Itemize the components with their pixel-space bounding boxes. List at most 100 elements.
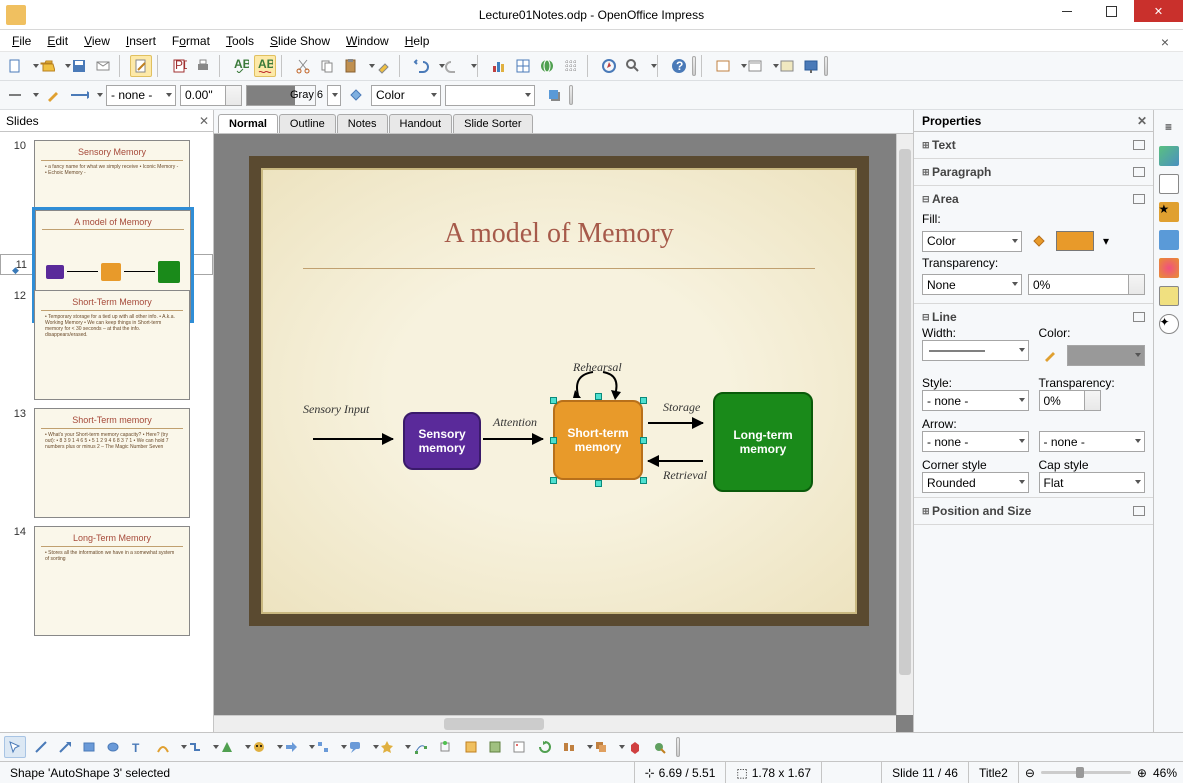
section-line[interactable]: Line: [932, 310, 957, 324]
alignment-tool[interactable]: [558, 736, 588, 758]
fill-color-select[interactable]: [445, 85, 535, 106]
line-color-select[interactable]: [246, 85, 316, 106]
menu-window[interactable]: Window: [338, 32, 397, 50]
slide-button[interactable]: [712, 55, 742, 77]
slide-design-button[interactable]: [776, 55, 798, 77]
email-button[interactable]: [92, 55, 114, 77]
fill-type-select[interactable]: Color: [371, 85, 441, 106]
toolbar2-grip[interactable]: [569, 85, 573, 105]
edit-file-button[interactable]: [130, 55, 152, 77]
menu-file[interactable]: File: [4, 32, 39, 50]
menu-edit[interactable]: Edit: [39, 32, 76, 50]
copy-button[interactable]: [316, 55, 338, 77]
gallery-icon[interactable]: [1159, 286, 1179, 306]
transparency-value-spinner[interactable]: 0%: [1028, 274, 1145, 295]
arrow-retrieval[interactable]: [648, 460, 703, 462]
tab-outline[interactable]: Outline: [279, 114, 336, 133]
tab-normal[interactable]: Normal: [218, 114, 278, 133]
slide-thumb-14[interactable]: 14Long-Term Memory• Stores all the infor…: [0, 522, 213, 640]
bucket-icon[interactable]: [1028, 230, 1050, 252]
section-area[interactable]: Area: [932, 192, 959, 206]
export-pdf-button[interactable]: PDF: [168, 55, 190, 77]
arrow-style-button[interactable]: [4, 84, 34, 106]
redo-button[interactable]: [442, 55, 472, 77]
slide-show-button[interactable]: [800, 55, 822, 77]
fill-color-dropdown[interactable]: ▾: [1100, 234, 1112, 248]
help-button[interactable]: ?: [668, 55, 690, 77]
zoom-value[interactable]: 46%: [1153, 766, 1177, 780]
slides-panel-close-icon[interactable]: ✕: [199, 114, 209, 128]
paste-button[interactable]: [340, 55, 370, 77]
chart-button[interactable]: [488, 55, 510, 77]
area-fill-button[interactable]: [345, 84, 367, 106]
zoom-in-button[interactable]: ⊕: [1137, 766, 1147, 780]
undo-button[interactable]: [410, 55, 440, 77]
open-button[interactable]: [36, 55, 66, 77]
menu-view[interactable]: View: [76, 32, 118, 50]
fill-type-select[interactable]: Color: [922, 231, 1022, 252]
text-tool[interactable]: T: [126, 736, 148, 758]
shadow-button[interactable]: [543, 84, 565, 106]
rectangle-tool[interactable]: [78, 736, 100, 758]
table-button[interactable]: [512, 55, 534, 77]
slide-title[interactable]: A model of Memory: [263, 218, 855, 250]
points-tool[interactable]: [410, 736, 432, 758]
line-tool[interactable]: [30, 736, 52, 758]
line-color-select[interactable]: [1067, 345, 1146, 366]
line-color-chooser[interactable]: [42, 84, 64, 106]
drawing-grip[interactable]: [676, 737, 680, 757]
box-longterm-memory[interactable]: Long-term memory: [713, 392, 813, 492]
properties-deck-icon[interactable]: [1159, 146, 1179, 166]
zoom-button[interactable]: [622, 55, 652, 77]
sidebar-settings-icon[interactable]: ≡: [1158, 116, 1180, 138]
block-arrows-tool[interactable]: [280, 736, 310, 758]
box-sensory-memory[interactable]: Sensory memory: [403, 412, 481, 470]
gallery-tool[interactable]: [508, 736, 530, 758]
custom-animation-icon[interactable]: ★: [1159, 202, 1179, 222]
save-button[interactable]: [68, 55, 90, 77]
spellcheck-button[interactable]: ABC: [230, 55, 252, 77]
slide-transition-icon[interactable]: [1159, 230, 1179, 250]
vertical-scrollbar[interactable]: [896, 134, 913, 715]
dock-icon[interactable]: [1133, 194, 1145, 204]
cap-style-select[interactable]: Flat: [1039, 472, 1146, 493]
master-pages-icon[interactable]: [1159, 174, 1179, 194]
toolbar-grip[interactable]: [692, 56, 696, 76]
line-width-spinner[interactable]: 0.00": [180, 85, 242, 106]
from-file-tool[interactable]: [484, 736, 506, 758]
arrow-input[interactable]: [313, 438, 393, 440]
arrange-tool[interactable]: [590, 736, 620, 758]
maximize-button[interactable]: [1089, 0, 1134, 22]
arrow-line-tool[interactable]: [54, 736, 76, 758]
document-close-icon[interactable]: ×: [1153, 32, 1177, 52]
dock-icon[interactable]: [1133, 167, 1145, 177]
interaction-tool[interactable]: [648, 736, 670, 758]
styles-icon[interactable]: [1159, 258, 1179, 278]
arrow-end-select[interactable]: - none -: [1039, 431, 1146, 452]
navigator-icon[interactable]: ✦: [1159, 314, 1179, 334]
navigator-button[interactable]: [598, 55, 620, 77]
box-shortterm-memory[interactable]: Short-term memory: [553, 400, 643, 480]
line-endings-button[interactable]: [68, 84, 98, 106]
display-grid-button[interactable]: [560, 55, 582, 77]
new-button[interactable]: [4, 55, 34, 77]
line-color-dropdown[interactable]: [327, 85, 341, 106]
fill-color-swatch[interactable]: [1056, 231, 1094, 251]
flowchart-tool[interactable]: [312, 736, 342, 758]
basic-shapes-tool[interactable]: [216, 736, 246, 758]
minimize-button[interactable]: [1044, 0, 1089, 22]
gluepoints-tool[interactable]: [434, 736, 456, 758]
section-paragraph[interactable]: Paragraph: [932, 165, 991, 179]
slides-list[interactable]: 10Sensory Memory• a fancy name for what …: [0, 132, 213, 732]
slide-thumb-13[interactable]: 13Short-Term memory• What's your Short-t…: [0, 404, 213, 522]
line-trans-spinner[interactable]: 0%: [1039, 390, 1101, 411]
callouts-tool[interactable]: [344, 736, 374, 758]
extrusion-tool[interactable]: [624, 736, 646, 758]
dock-icon[interactable]: [1133, 312, 1145, 322]
curve-tool[interactable]: [152, 736, 182, 758]
cut-button[interactable]: [292, 55, 314, 77]
ellipse-tool[interactable]: [102, 736, 124, 758]
hyperlink-button[interactable]: [536, 55, 558, 77]
connector-tool[interactable]: [184, 736, 214, 758]
dock-icon[interactable]: [1133, 140, 1145, 150]
